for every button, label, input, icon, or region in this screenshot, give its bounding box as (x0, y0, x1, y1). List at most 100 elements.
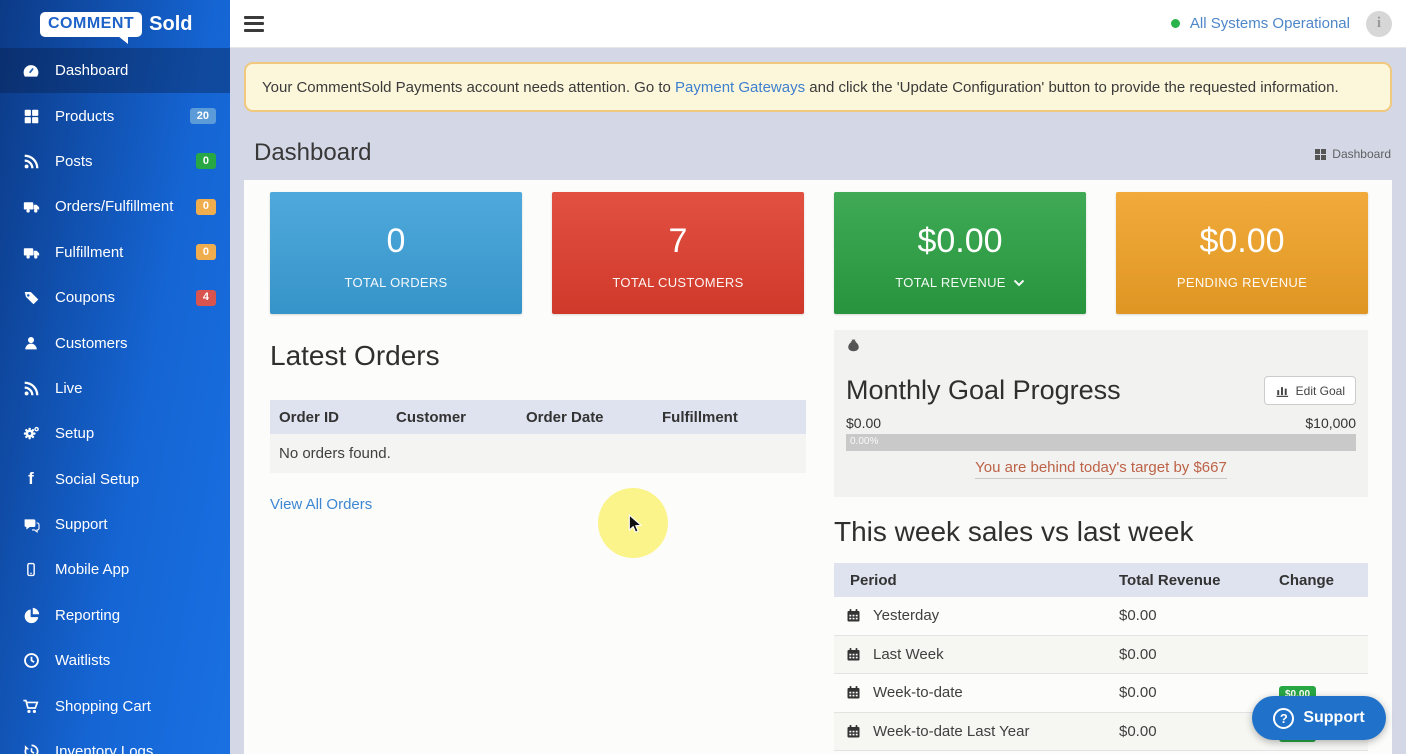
money-bag-icon (846, 338, 861, 354)
status-link[interactable]: All Systems Operational (1190, 15, 1350, 32)
truck-icon (20, 198, 42, 216)
sidebar-item-label: Waitlists (55, 652, 216, 669)
table-row-yesterday: Yesterday $0.00 (834, 597, 1368, 636)
sidebar-item-fulfillment[interactable]: Fulfillment 0 (0, 230, 230, 275)
total-orders-value: 0 (387, 222, 406, 261)
revenue-value: $0.00 (1119, 607, 1279, 624)
payment-gateways-link[interactable]: Payment Gateways (675, 79, 805, 96)
pending-revenue-label: PENDING REVENUE (1177, 275, 1307, 290)
gauge-icon (20, 62, 42, 80)
table-row-last-week: Last Week $0.00 (834, 636, 1368, 675)
calendar-icon (846, 608, 861, 623)
orders-count-badge: 0 (196, 199, 216, 215)
goal-warning: You are behind today's target by $667 (846, 459, 1356, 477)
total-revenue-label: TOTAL REVENUE (895, 275, 1025, 290)
coupon-tag-icon (20, 289, 42, 307)
column-change: Change (1279, 572, 1368, 589)
truck-icon (20, 243, 42, 261)
mouse-cursor (626, 514, 646, 536)
alert-text-before: Your CommentSold Payments account needs … (262, 79, 675, 96)
chat-bubbles-icon (20, 516, 42, 534)
question-icon (1273, 708, 1294, 729)
goal-percent: 0.00% (850, 436, 878, 447)
fulfillment-count-badge: 0 (196, 244, 216, 260)
payments-alert-banner: Your CommentSold Payments account needs … (244, 62, 1392, 112)
edit-goal-label: Edit Goal (1296, 384, 1345, 398)
sidebar-item-label: Support (55, 516, 216, 533)
total-customers-value: 7 (669, 222, 688, 261)
clock-icon (20, 652, 42, 670)
sidebar-item-mobile-app[interactable]: Mobile App (0, 547, 230, 592)
hamburger-menu-icon[interactable] (244, 16, 264, 32)
column-customer: Customer (387, 409, 517, 426)
total-revenue-value: $0.00 (917, 222, 1002, 261)
coupons-count-badge: 4 (196, 290, 216, 306)
total-orders-card: 0 TOTAL ORDERS (270, 192, 522, 314)
sidebar-item-shopping-cart[interactable]: Shopping Cart (0, 683, 230, 728)
logo-comment-text: COMMENT (48, 15, 134, 32)
comment-speech-bubble: COMMENT (40, 12, 142, 37)
goal-warning-text: You are behind today's target by $667 (975, 459, 1227, 479)
total-customers-card: 7 TOTAL CUSTOMERS (552, 192, 804, 314)
sidebar-item-setup[interactable]: Setup (0, 411, 230, 456)
total-customers-label: TOTAL CUSTOMERS (612, 275, 743, 290)
grid-icon (20, 107, 42, 125)
sidebar-item-reporting[interactable]: Reporting (0, 593, 230, 638)
broadcast-icon (20, 379, 42, 397)
stat-cards-row: 0 TOTAL ORDERS 7 TOTAL CUSTOMERS $0.00 T… (270, 192, 1368, 314)
status-dot-icon (1171, 19, 1180, 28)
latest-orders-table: Order ID Customer Order Date Fulfillment… (270, 400, 806, 473)
sidebar-item-social-setup[interactable]: Social Setup (0, 457, 230, 502)
latest-orders-header: Order ID Customer Order Date Fulfillment (270, 400, 806, 434)
sidebar-item-orders-fulfillment[interactable]: Orders/Fulfillment 0 (0, 184, 230, 229)
sidebar-item-products[interactable]: Products 20 (0, 93, 230, 138)
sidebar-item-inventory-logs[interactable]: Inventory Logs (0, 729, 230, 754)
posts-count-badge: 0 (196, 153, 216, 169)
sidebar-item-label: Social Setup (55, 471, 216, 488)
support-button[interactable]: Support (1252, 696, 1386, 740)
brand-logo[interactable]: COMMENT Sold (0, 0, 230, 48)
sidebar: COMMENT Sold Dashboard Products 20 Posts… (0, 0, 230, 754)
sidebar-item-label: Coupons (55, 289, 196, 306)
pending-revenue-card: $0.00 PENDING REVENUE (1116, 192, 1368, 314)
sidebar-item-label: Inventory Logs (55, 743, 216, 754)
view-all-orders-link[interactable]: View All Orders (270, 496, 372, 513)
total-revenue-card[interactable]: $0.00 TOTAL REVENUE (834, 192, 1086, 314)
column-total-revenue: Total Revenue (1119, 572, 1279, 589)
column-order-date: Order Date (517, 409, 653, 426)
logo-sold-text: Sold (149, 13, 192, 36)
calendar-icon (846, 647, 861, 662)
user-icon (20, 334, 42, 352)
sidebar-item-label: Customers (55, 335, 216, 352)
goal-progress-bar: 0.00% (846, 434, 1356, 451)
sidebar-item-live[interactable]: Live (0, 366, 230, 411)
column-order-id: Order ID (270, 409, 387, 426)
column-fulfillment: Fulfillment (653, 409, 806, 426)
total-revenue-label-text: TOTAL REVENUE (895, 275, 1006, 290)
edit-goal-button[interactable]: Edit Goal (1264, 376, 1356, 405)
sidebar-item-label: Posts (55, 153, 196, 170)
sidebar-item-waitlists[interactable]: Waitlists (0, 638, 230, 683)
grid-icon (1315, 149, 1326, 160)
chevron-down-icon (1013, 279, 1025, 287)
sidebar-item-coupons[interactable]: Coupons 4 (0, 275, 230, 320)
no-orders-message: No orders found. (270, 434, 806, 473)
goal-range: $0.00 $10,000 (846, 415, 1356, 431)
breadcrumb-label: Dashboard (1332, 147, 1391, 161)
sidebar-item-label: Live (55, 380, 216, 397)
history-icon (20, 743, 42, 754)
period-label: Week-to-date (873, 684, 963, 701)
sidebar-item-label: Shopping Cart (55, 698, 216, 715)
bar-chart-icon (1275, 383, 1290, 398)
week-sales-header: Period Total Revenue Change (834, 563, 1368, 597)
info-icon[interactable] (1366, 11, 1392, 37)
sidebar-item-customers[interactable]: Customers (0, 320, 230, 365)
revenue-value: $0.00 (1119, 684, 1279, 701)
goal-min: $0.00 (846, 415, 881, 431)
sidebar-item-label: Mobile App (55, 561, 216, 578)
sidebar-item-dashboard[interactable]: Dashboard (0, 48, 230, 93)
breadcrumb: Dashboard (1315, 147, 1391, 161)
sidebar-item-support[interactable]: Support (0, 502, 230, 547)
sidebar-item-label: Products (55, 108, 190, 125)
sidebar-item-posts[interactable]: Posts 0 (0, 139, 230, 184)
